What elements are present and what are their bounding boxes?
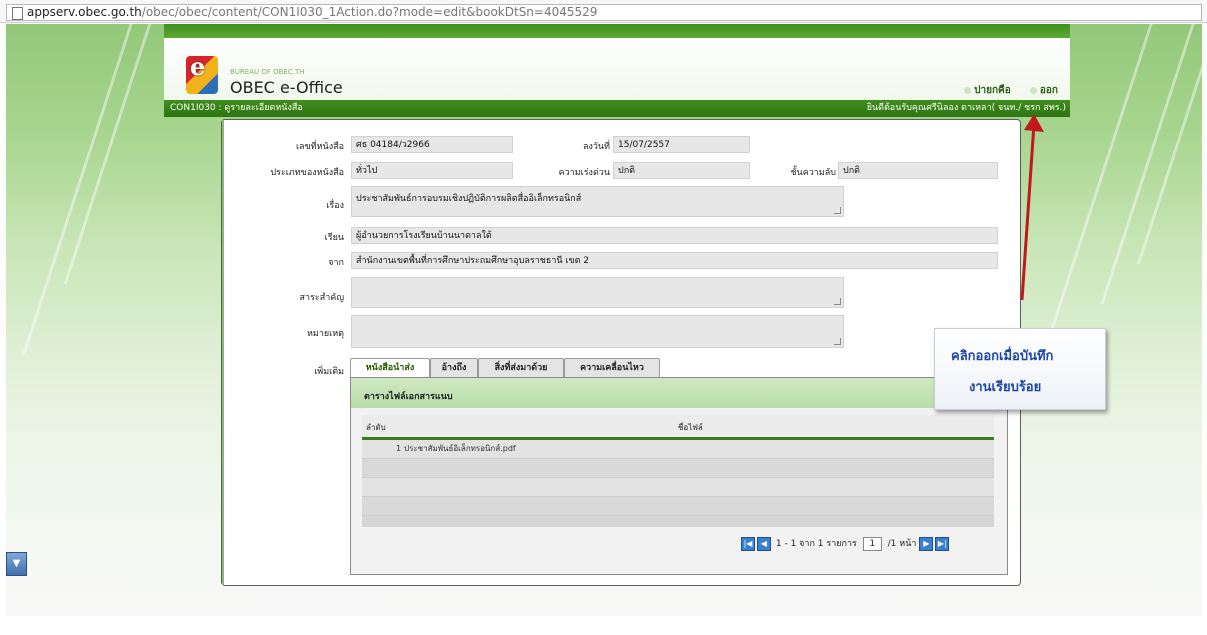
date-field[interactable]: 15/07/2557 bbox=[613, 136, 750, 153]
annotation-arrow-icon bbox=[1020, 114, 1044, 301]
files-table-header: ลำดับ ชื่อไฟล์ bbox=[362, 415, 994, 440]
resize-grip-icon[interactable] bbox=[834, 338, 841, 345]
bullet-icon bbox=[964, 86, 972, 94]
row-index: 1 bbox=[396, 444, 402, 453]
doc-no-field[interactable]: ศธ 04184/ว2966 bbox=[351, 136, 513, 153]
resize-grip-icon[interactable] bbox=[834, 298, 841, 305]
doc-no-label: เลขที่หนังสือ bbox=[295, 142, 344, 152]
background-streak bbox=[22, 24, 133, 354]
callout-line-2: งานเรียบร้อย bbox=[969, 380, 1042, 395]
background-streak bbox=[1137, 24, 1202, 264]
last-page-icon[interactable]: ▶| bbox=[935, 536, 950, 551]
pagination: |◀ ◀ 1 - 1 จาก 1 รายการ 1 /1 หน้า ▶ ▶| bbox=[741, 536, 951, 552]
background-streak bbox=[1100, 24, 1195, 304]
attached-files-caption: ตารางไฟล์เอกสารแนบ bbox=[351, 378, 1007, 408]
summary-textarea[interactable] bbox=[351, 277, 844, 308]
to-field[interactable]: ผู้อำนวยการโรงเรียนบ้านนาดาลใต้ bbox=[351, 227, 998, 244]
subject-text: ประชาสัมพันธ์การอบรมเชิงปฏิบัติการผลิตสื… bbox=[356, 194, 582, 204]
table-row-empty bbox=[362, 497, 994, 516]
subject-textarea[interactable]: ประชาสัมพันธ์การอบรมเชิงปฏิบัติการผลิตสื… bbox=[351, 186, 844, 217]
pager-total: /1 หน้า bbox=[887, 539, 917, 549]
subject-label: เรื่อง bbox=[326, 201, 344, 211]
sub-brand: BUREAU OF OBEC.TH bbox=[230, 68, 305, 76]
from-label: จาก bbox=[328, 258, 344, 268]
attached-files-title: ตารางไฟล์เอกสารแนบ bbox=[364, 392, 453, 402]
url-text: appserv.obec.go.th/obec/obec/content/CON… bbox=[27, 5, 597, 20]
bullet-icon bbox=[1029, 86, 1037, 94]
prev-page-icon[interactable]: ◀ bbox=[757, 536, 771, 551]
table-row-empty bbox=[362, 459, 994, 478]
row-filename[interactable]: ประชาสัมพันธ์อิเล็กทรอนิกส์.pdf bbox=[404, 440, 516, 458]
help-link[interactable]: ปายกคือ bbox=[964, 85, 1011, 96]
status-bar: CON1I030 : ดูรายละเอียดหนังสือ ยินดีต้อน… bbox=[164, 100, 1070, 117]
help-link-label: ปายกคือ bbox=[974, 85, 1011, 96]
files-table: ลำดับ ชื่อไฟล์ 1 ประชาสัมพันธ์อิเล็กทรอน… bbox=[362, 415, 994, 527]
tab-attachments[interactable]: สิ่งที่ส่งมาด้วย bbox=[478, 358, 564, 378]
url-path: /obec/obec/content/CON1I030_1Action.do?m… bbox=[141, 5, 598, 19]
annotation-callout: คลิกออกเมื่อบันทึก งานเรียบร้อย bbox=[934, 328, 1106, 410]
arrow-head bbox=[1024, 114, 1044, 132]
secrecy-label: ชั้นความลับ bbox=[790, 168, 836, 178]
tab-movement[interactable]: ความเคลื่อนไหว bbox=[564, 358, 660, 378]
app-header: e BUREAU OF OBEC.TH OBEC e-Office ปายกคื… bbox=[164, 24, 1070, 118]
background-streak bbox=[63, 24, 152, 284]
attached-files-panel: ตารางไฟล์เอกสารแนบ ลำดับ ชื่อไฟล์ 1 ประช… bbox=[350, 377, 1008, 575]
panel-left-border bbox=[222, 120, 224, 585]
next-page-icon[interactable]: ▶ bbox=[919, 536, 934, 551]
doc-type-field[interactable]: ทั่วไป bbox=[351, 162, 513, 179]
arrow-shaft bbox=[1020, 123, 1036, 301]
logout-link[interactable]: ออก bbox=[1029, 85, 1058, 96]
urgency-label: ความเร่งด่วน bbox=[558, 168, 610, 178]
pager-summary: 1 - 1 จาก 1 รายการ bbox=[775, 539, 857, 549]
first-page-icon[interactable]: |◀ bbox=[741, 536, 755, 551]
tab-cover-letter[interactable]: หนังสือนำส่ง bbox=[350, 358, 430, 379]
from-field[interactable]: สำนักงานเขตพื้นที่การศึกษาประถมศึกษาอุบล… bbox=[351, 252, 998, 269]
page-number-input[interactable]: 1 bbox=[862, 536, 882, 551]
callout-line-1: คลิกออกเมื่อบันทึก bbox=[951, 349, 1054, 364]
doc-type-label: ประเภทของหนังสือ bbox=[270, 168, 344, 178]
note-label: หมายเหตุ bbox=[306, 329, 344, 339]
to-label: เรียน bbox=[324, 233, 344, 243]
arrow-down-icon: ▼ bbox=[12, 558, 21, 569]
url-host: appserv.obec.go.th bbox=[27, 5, 142, 19]
url-field[interactable]: appserv.obec.go.th/obec/obec/content/CON… bbox=[6, 4, 1202, 21]
tab-reference[interactable]: อ้างถึง bbox=[430, 358, 478, 378]
urgency-field[interactable]: ปกติ bbox=[613, 162, 750, 179]
col-index-header: ลำดับ bbox=[366, 423, 386, 432]
page-icon bbox=[12, 7, 23, 20]
logo-e-glyph: e bbox=[190, 52, 206, 81]
screen-title: CON1I030 : ดูรายละเอียดหนังสือ bbox=[170, 103, 303, 113]
more-label: เพิ่มเติม bbox=[314, 367, 344, 377]
summary-label: สาระสำคัญ bbox=[299, 293, 344, 303]
header-body: e BUREAU OF OBEC.TH OBEC e-Office bbox=[164, 38, 1070, 100]
note-textarea[interactable] bbox=[351, 315, 844, 348]
scroll-down-button[interactable]: ▼ bbox=[6, 552, 27, 576]
col-filename-header: ชื่อไฟล์ bbox=[678, 423, 703, 432]
app-title: OBEC e-Office bbox=[230, 78, 343, 97]
header-links: ปายกคือ ออก bbox=[948, 83, 1058, 98]
resize-grip-icon[interactable] bbox=[834, 207, 841, 214]
table-row[interactable]: 1 ประชาสัมพันธ์อิเล็กทรอนิกส์.pdf bbox=[362, 440, 994, 459]
header-top-bar bbox=[164, 24, 1070, 38]
logout-link-label: ออก bbox=[1039, 85, 1058, 96]
date-label: ลงวันที่ bbox=[582, 142, 610, 152]
table-row-empty bbox=[362, 478, 994, 497]
secrecy-field[interactable]: ปกติ bbox=[838, 162, 998, 179]
browser-address-bar[interactable]: appserv.obec.go.th/obec/obec/content/CON… bbox=[0, 0, 1207, 23]
